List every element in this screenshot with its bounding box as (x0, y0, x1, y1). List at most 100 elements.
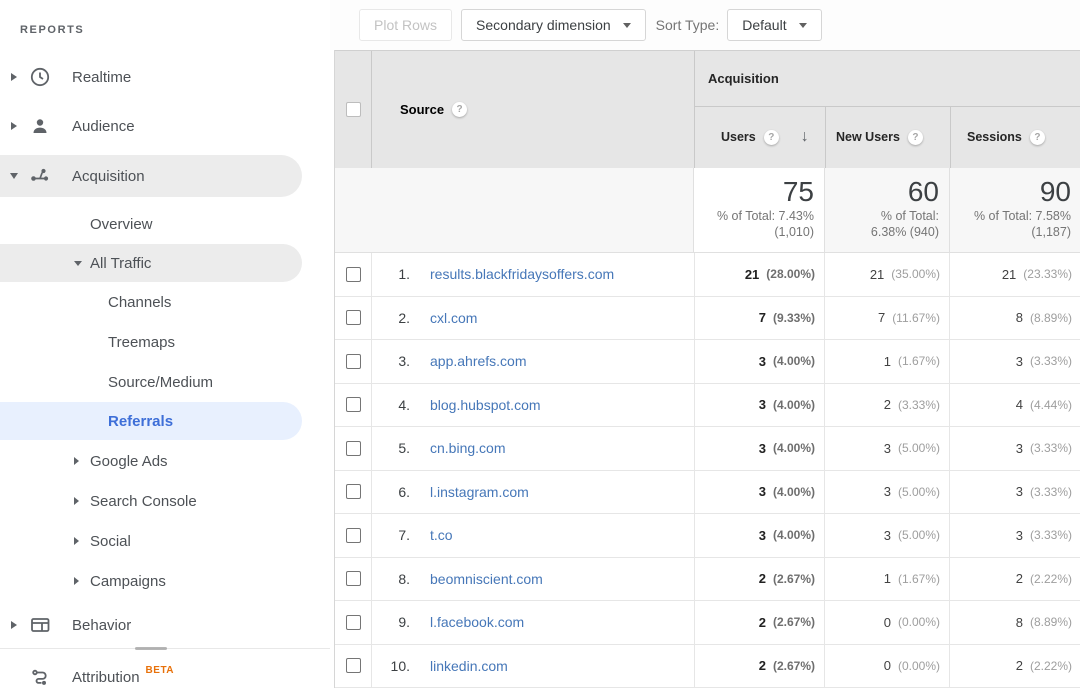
row-checkbox[interactable] (346, 528, 361, 543)
users-cell: 21 (28.00%) (694, 253, 824, 296)
source-link[interactable]: beomniscient.com (430, 571, 543, 587)
users-value: 3 (759, 484, 766, 499)
sessions-pct-of-total: % of Total: 7.58% (950, 208, 1071, 224)
users-column-header[interactable]: Users ? ↓ (695, 107, 825, 168)
expand-arrow-icon[interactable] (8, 122, 20, 130)
sidebar-item-label: Realtime (72, 69, 131, 86)
new-users-grand-total: 6.38% (940) (825, 224, 939, 240)
source-column-header[interactable]: Source ? (372, 51, 694, 168)
select-all-checkbox[interactable] (346, 102, 361, 117)
row-checkbox[interactable] (346, 267, 361, 282)
help-icon[interactable]: ? (764, 130, 779, 145)
sidebar-item-channels[interactable]: Channels (0, 282, 330, 322)
sort-type-dropdown[interactable]: Default (727, 9, 821, 41)
row-checkbox-cell (335, 384, 372, 427)
sidebar-item-label: Channels (108, 294, 171, 311)
new-users-percent: (35.00%) (891, 267, 940, 281)
new-users-total: 60 (825, 176, 939, 208)
sessions-value: 8 (1016, 310, 1023, 325)
users-summary-cell: 75 % of Total: 7.43% (1,010) (694, 168, 824, 252)
summary-empty-cell (335, 168, 694, 252)
sessions-summary-cell: 90 % of Total: 7.58% (1,187) (949, 168, 1080, 252)
sidebar-item-referrals[interactable]: Referrals (0, 402, 302, 440)
users-value: 3 (759, 354, 766, 369)
new-users-column-header[interactable]: New Users ? (825, 107, 950, 168)
row-checkbox[interactable] (346, 658, 361, 673)
route-squiggle-icon (28, 665, 52, 688)
sidebar-item-acquisition[interactable]: Acquisition (0, 155, 302, 197)
table-toolbar: Plot Rows Secondary dimension Sort Type:… (330, 0, 1080, 50)
sidebar-item-overview[interactable]: Overview (0, 204, 330, 244)
sessions-percent: (3.33%) (1030, 354, 1072, 368)
sessions-cell: 3 (3.33%) (949, 471, 1080, 514)
row-index: 6. (380, 484, 410, 500)
sidebar-item-audience[interactable]: Audience (0, 105, 330, 147)
sidebar-item-campaigns[interactable]: Campaigns (0, 561, 330, 601)
new-users-value: 3 (884, 441, 891, 456)
help-icon[interactable]: ? (1030, 130, 1045, 145)
source-link[interactable]: t.co (430, 527, 453, 543)
sessions-percent: (2.22%) (1030, 572, 1072, 586)
source-link[interactable]: l.instagram.com (430, 484, 529, 500)
help-icon[interactable]: ? (452, 102, 467, 117)
row-checkbox[interactable] (346, 354, 361, 369)
users-percent: (4.00%) (773, 441, 815, 455)
scrollbar-thumb[interactable] (135, 647, 167, 650)
collapse-arrow-icon[interactable] (74, 244, 82, 282)
person-icon (28, 114, 52, 138)
sort-descending-icon[interactable]: ↓ (801, 128, 809, 146)
sidebar-item-google-ads[interactable]: Google Ads (0, 441, 330, 481)
users-cell: 2 (2.67%) (694, 601, 824, 644)
users-cell: 3 (4.00%) (694, 427, 824, 470)
sidebar-item-source-medium[interactable]: Source/Medium (0, 362, 330, 402)
expand-arrow-icon[interactable] (8, 621, 20, 629)
row-checkbox[interactable] (346, 397, 361, 412)
expand-arrow-icon[interactable] (74, 481, 79, 521)
source-link[interactable]: cxl.com (430, 310, 477, 326)
source-link[interactable]: blog.hubspot.com (430, 397, 541, 413)
users-cell: 2 (2.67%) (694, 645, 824, 688)
expand-arrow-icon[interactable] (8, 73, 20, 81)
expand-arrow-icon[interactable] (74, 561, 79, 601)
expand-arrow-icon[interactable] (74, 521, 79, 561)
users-pct-of-total: % of Total: 7.43% (694, 208, 814, 224)
sessions-column-header[interactable]: Sessions ? (950, 107, 1080, 168)
source-cell: 7. t.co (372, 514, 694, 557)
sidebar-item-search-console[interactable]: Search Console (0, 481, 330, 521)
sidebar-item-label: Social (90, 533, 131, 550)
table-row: 4. blog.hubspot.com 3 (4.00%) 2 (3.33%) (335, 384, 1080, 428)
sidebar-item-realtime[interactable]: Realtime (0, 56, 330, 98)
source-link[interactable]: l.facebook.com (430, 614, 524, 630)
help-icon[interactable]: ? (908, 130, 923, 145)
group-header-label: Acquisition (708, 71, 779, 86)
row-checkbox[interactable] (346, 615, 361, 630)
new-users-value: 2 (884, 397, 891, 412)
collapse-arrow-icon[interactable] (8, 173, 20, 179)
expand-arrow-icon[interactable] (74, 441, 79, 481)
new-users-value: 3 (884, 528, 891, 543)
sessions-percent: (3.33%) (1030, 528, 1072, 542)
row-checkbox[interactable] (346, 484, 361, 499)
sidebar-item-social[interactable]: Social (0, 521, 330, 561)
source-link[interactable]: app.ahrefs.com (430, 353, 527, 369)
share-network-icon (28, 164, 52, 188)
sidebar-item-attribution[interactable]: Attribution BETA (0, 656, 330, 688)
sidebar-item-all-traffic[interactable]: All Traffic (0, 244, 302, 282)
row-checkbox[interactable] (346, 571, 361, 586)
sidebar-item-treemaps[interactable]: Treemaps (0, 322, 330, 362)
row-checkbox[interactable] (346, 441, 361, 456)
analytics-app: REPORTS Realtime Audience Acquisition Ov… (0, 0, 1080, 688)
row-checkbox[interactable] (346, 310, 361, 325)
clock-icon (28, 65, 52, 89)
sidebar-item-behavior[interactable]: Behavior (0, 604, 330, 646)
secondary-dimension-dropdown[interactable]: Secondary dimension (461, 9, 646, 41)
sidebar-item-label: Search Console (90, 493, 197, 510)
source-link[interactable]: linkedin.com (430, 658, 508, 674)
source-cell: 10. linkedin.com (372, 645, 694, 688)
source-header-label: Source (400, 102, 444, 117)
source-link[interactable]: cn.bing.com (430, 440, 505, 456)
plot-rows-button[interactable]: Plot Rows (359, 9, 452, 41)
users-percent: (9.33%) (773, 311, 815, 325)
source-link[interactable]: results.blackfridaysoffers.com (430, 266, 614, 282)
row-checkbox-cell (335, 297, 372, 340)
